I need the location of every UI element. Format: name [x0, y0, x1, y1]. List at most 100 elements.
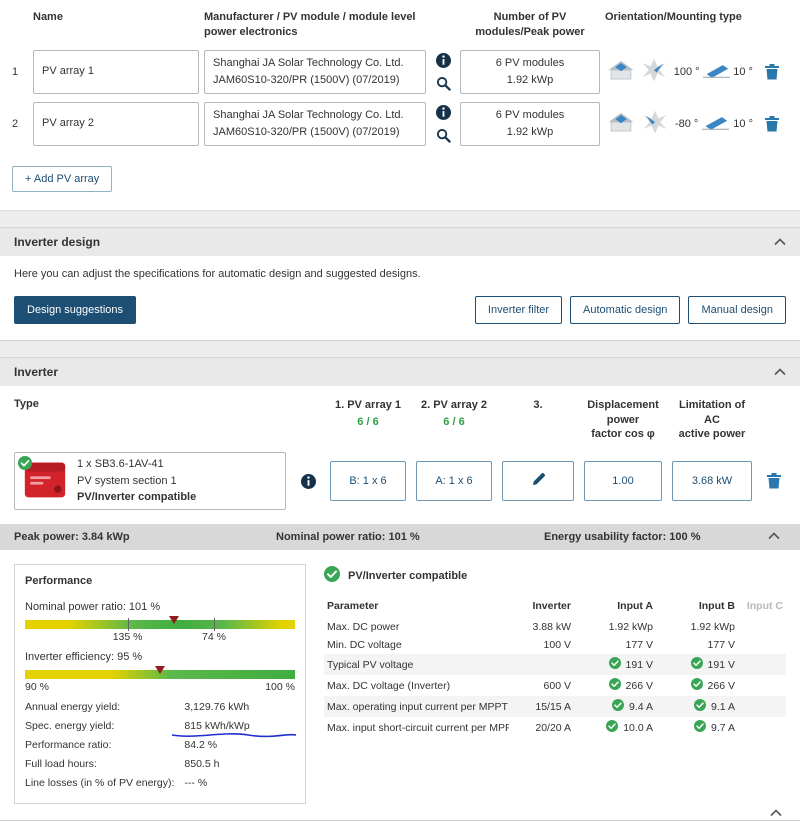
check-icon — [609, 678, 621, 693]
design-suggestions-button[interactable]: Design suggestions — [14, 296, 136, 324]
col-header-ac-limit: Limitation of AC — [672, 398, 752, 428]
peak-power-summary: Peak power: 3.84 kWp — [14, 531, 276, 543]
inverter-row: 1 x SB3.6-1AV-41 PV system section 1 PV/… — [0, 452, 800, 510]
stat-label: Full load hours: — [25, 758, 174, 770]
array1-string-count: 6 / 6 — [330, 416, 406, 428]
compat-row: Typical PV voltage 191 V 191 V — [324, 654, 786, 675]
collapse-icon[interactable] — [774, 365, 786, 379]
compat-row: Max. DC power 3.88 kW 1.92 kWp 1.92 kWp — [324, 618, 786, 636]
check-icon — [691, 657, 703, 672]
col-header-array1: 1. PV array 1 — [330, 398, 406, 413]
collapse-icon[interactable] — [774, 235, 786, 249]
peak-power: 1.92 kWp — [507, 72, 553, 89]
orientation-settings[interactable]: 100 ° 10 ° — [605, 56, 755, 87]
stat-label: Spec. energy yield: — [25, 720, 174, 732]
tilt-icon — [703, 63, 730, 81]
pv-array-row: 2 PV array 2 Shanghai JA Solar Technolog… — [12, 102, 788, 146]
delete-pv-array-button[interactable] — [760, 116, 784, 132]
compatibility-title: PV/Inverter compatible — [348, 570, 467, 582]
stat-value: 84.2 % — [184, 739, 295, 751]
row-index: 2 — [12, 118, 28, 130]
stat-label: Line losses (in % of PV energy): — [25, 777, 174, 789]
tilt-value: 10 ° — [733, 66, 753, 78]
check-icon — [606, 720, 618, 735]
module-count-field[interactable]: 6 PV modules 1.92 kWp — [460, 50, 600, 94]
cos-phi-field[interactable]: 1.00 — [584, 461, 662, 501]
inverter-panel: Inverter Type 1. PV array 1 6 / 6 2. PV … — [0, 357, 800, 821]
delete-inverter-button[interactable] — [762, 473, 786, 489]
pv-array-name-field[interactable]: PV array 1 — [33, 50, 199, 94]
stat-label: Performance ratio: — [25, 739, 174, 751]
stat-value: 815 kWh/kWp — [184, 720, 295, 732]
module-count-field[interactable]: 6 PV modules 1.92 kWp — [460, 102, 600, 146]
input-3-edit-button[interactable] — [502, 461, 574, 501]
peak-power: 1.92 kWp — [507, 124, 553, 141]
check-icon — [609, 657, 621, 672]
pv-module-field[interactable]: Shanghai JA Solar Technology Co. Ltd. JA… — [204, 50, 426, 94]
performance-stats: Annual energy yield: 3,129.76 kWh Spec. … — [25, 701, 295, 789]
efficiency-bar: 90 % 100 % — [25, 670, 295, 679]
check-icon — [612, 699, 624, 714]
pv-array-name: PV array 2 — [42, 115, 190, 132]
eff-tick-left: 90 % — [25, 681, 49, 693]
ac-limit-field[interactable]: 3.68 kW — [672, 461, 752, 501]
inverter-type-field[interactable]: 1 x SB3.6-1AV-41 PV system section 1 PV/… — [14, 452, 286, 510]
row-index: 1 — [12, 66, 28, 78]
compat-row: Max. operating input current per MPPT 15… — [324, 696, 786, 717]
pv-array-row: 1 PV array 1 Shanghai JA Solar Technolog… — [12, 50, 788, 94]
performance-panel: Performance Nominal power ratio: 101 % 1… — [14, 564, 306, 804]
inverter-design-header[interactable]: Inverter design — [0, 228, 800, 256]
input-b-config[interactable]: B: 1 x 6 — [330, 461, 406, 501]
pv-module-field[interactable]: Shanghai JA Solar Technology Co. Ltd. JA… — [204, 102, 426, 146]
compass-icon — [639, 108, 671, 139]
inverter-summary-bar: Peak power: 3.84 kWp Nominal power ratio… — [0, 524, 800, 550]
pv-array-name-field[interactable]: PV array 2 — [33, 102, 199, 146]
pv-table-header: Name Manufacturer / PV module / module l… — [12, 8, 788, 40]
check-icon — [691, 678, 703, 693]
col-header-modules: Number of PV modules/Peak power — [460, 8, 600, 40]
input-a-config[interactable]: A: 1 x 6 — [416, 461, 492, 501]
npr-bar: 135 % 74 % — [25, 620, 295, 629]
col-header-input3: 3. — [502, 398, 574, 413]
search-icon[interactable] — [436, 128, 451, 143]
check-icon — [694, 720, 706, 735]
module-count: 6 PV modules — [496, 55, 564, 72]
stat-value: 850.5 h — [184, 758, 295, 770]
inverter-design-description: Here you can adjust the specifications f… — [0, 256, 800, 284]
col-header-array2: 2. PV array 2 — [416, 398, 492, 413]
collapse-icon[interactable] — [770, 808, 782, 820]
inverter-header[interactable]: Inverter — [0, 358, 800, 386]
npr-tick-right: 74 % — [202, 631, 226, 643]
col-header-manufacturer: Manufacturer / PV module / module level … — [204, 8, 426, 40]
performance-title: Performance — [25, 575, 295, 587]
add-pv-array-button[interactable]: + Add PV array — [12, 166, 112, 192]
check-icon — [694, 699, 706, 714]
module-type: JAM60S10-320/PR (1500V) (07/2019) — [213, 72, 417, 89]
array2-string-count: 6 / 6 — [416, 416, 492, 428]
module-manufacturer: Shanghai JA Solar Technology Co. Ltd. — [213, 107, 417, 124]
eff-tick-right: 100 % — [265, 681, 295, 693]
col-header-type: Type — [14, 398, 286, 410]
automatic-design-button[interactable]: Automatic design — [570, 296, 680, 324]
pencil-icon — [531, 472, 546, 490]
manual-design-button[interactable]: Manual design — [688, 296, 786, 324]
col-header-name: Name — [33, 8, 199, 25]
compatibility-label: PV/Inverter compatible — [77, 491, 196, 503]
col-header-cos-phi: Displacement power — [584, 398, 662, 428]
info-icon[interactable] — [436, 105, 451, 120]
info-icon[interactable] — [436, 53, 451, 68]
stat-value: 3,129.76 kWh — [184, 701, 295, 713]
search-icon[interactable] — [436, 76, 451, 91]
inverter-model: 1 x SB3.6-1AV-41 — [77, 458, 164, 470]
orientation-settings[interactable]: -80 ° 10 ° — [605, 108, 755, 139]
info-icon[interactable] — [301, 474, 316, 489]
npr-marker — [169, 616, 179, 624]
tilt-value: 10 ° — [733, 118, 753, 130]
check-icon — [18, 456, 32, 470]
nominal-ratio-summary: Nominal power ratio: 101 % — [276, 531, 544, 543]
efficiency-marker — [155, 666, 165, 674]
azimuth-value: -80 ° — [675, 118, 698, 130]
inverter-filter-button[interactable]: Inverter filter — [475, 296, 562, 324]
delete-pv-array-button[interactable] — [760, 64, 784, 80]
collapse-icon[interactable] — [768, 531, 786, 543]
